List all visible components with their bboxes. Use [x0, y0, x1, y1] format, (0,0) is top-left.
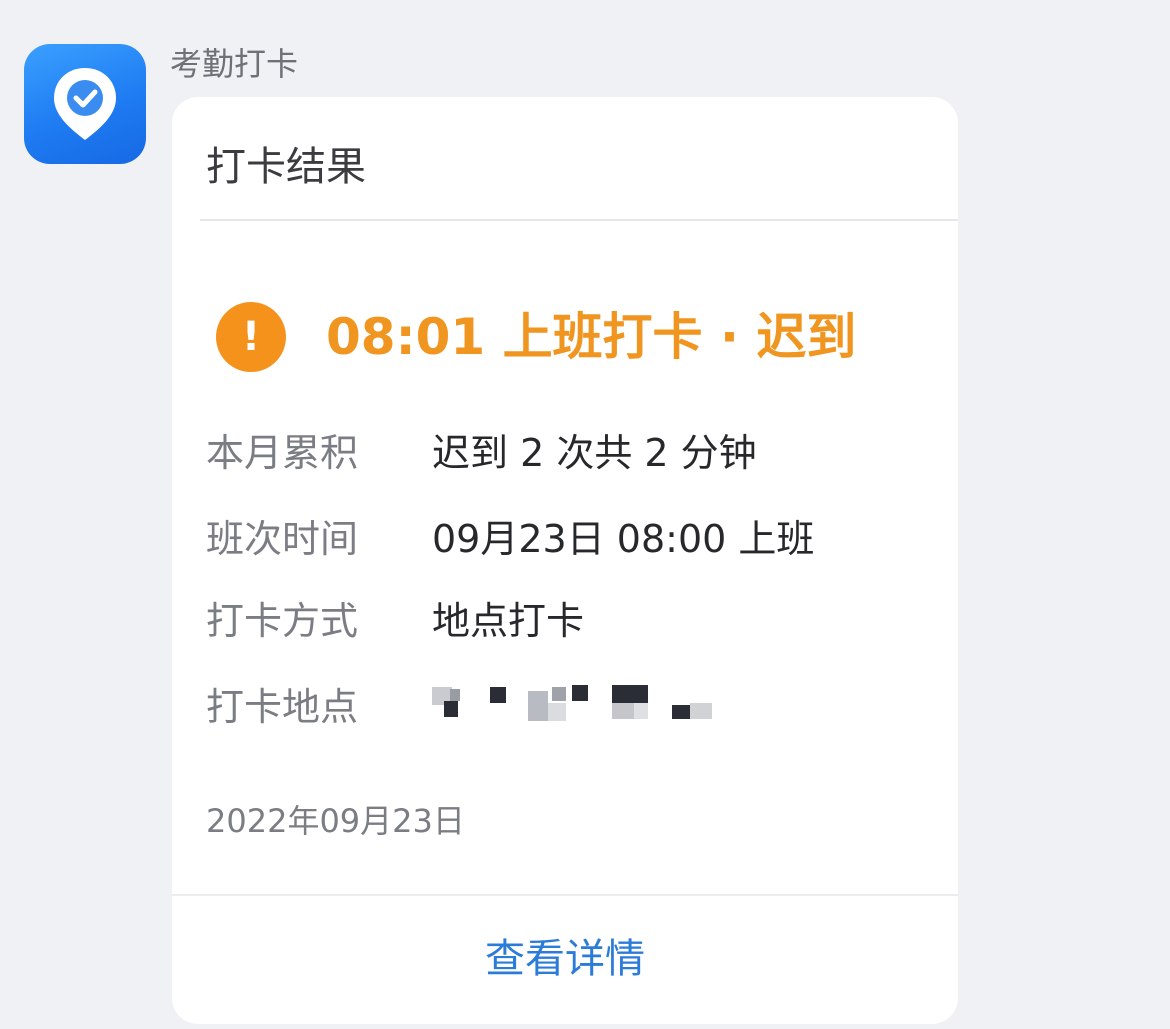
card-title: 打卡结果	[206, 144, 366, 190]
result-row: ! 08:01 上班打卡 · 迟到	[216, 297, 856, 377]
location-check-icon	[54, 68, 116, 140]
message-date: 2022年09月23日	[206, 802, 465, 840]
info-row-monthly-total: 本月累积 迟到 2 次共 2 分钟	[206, 421, 757, 477]
attendance-result-card[interactable]: 打卡结果 ! 08:01 上班打卡 · 迟到 本月累积 迟到 2 次共 2 分钟…	[172, 97, 958, 1024]
info-label: 班次时间	[206, 516, 359, 561]
app-avatar[interactable]	[24, 44, 146, 164]
info-value: 地点打卡	[432, 598, 585, 643]
footer-divider	[172, 894, 958, 896]
redacted-location-mosaic	[432, 683, 722, 723]
clock-in-result: 08:01 上班打卡 · 迟到	[326, 308, 857, 366]
info-value: 09月23日 08:00 上班	[432, 516, 815, 561]
info-value: 迟到 2 次共 2 分钟	[432, 430, 757, 475]
info-label: 打卡地点	[206, 684, 359, 729]
info-label: 打卡方式	[206, 598, 359, 643]
warning-exclamation-icon: !	[216, 302, 286, 372]
info-row-clock-location: 打卡地点	[206, 675, 722, 731]
view-details-link[interactable]: 查看详情	[172, 931, 958, 987]
info-row-clock-method: 打卡方式 地点打卡	[206, 589, 584, 645]
info-label: 本月累积	[206, 430, 359, 475]
info-row-shift-time: 班次时间 09月23日 08:00 上班	[206, 507, 814, 563]
title-divider	[200, 219, 958, 221]
sender-name: 考勤打卡	[170, 45, 299, 83]
